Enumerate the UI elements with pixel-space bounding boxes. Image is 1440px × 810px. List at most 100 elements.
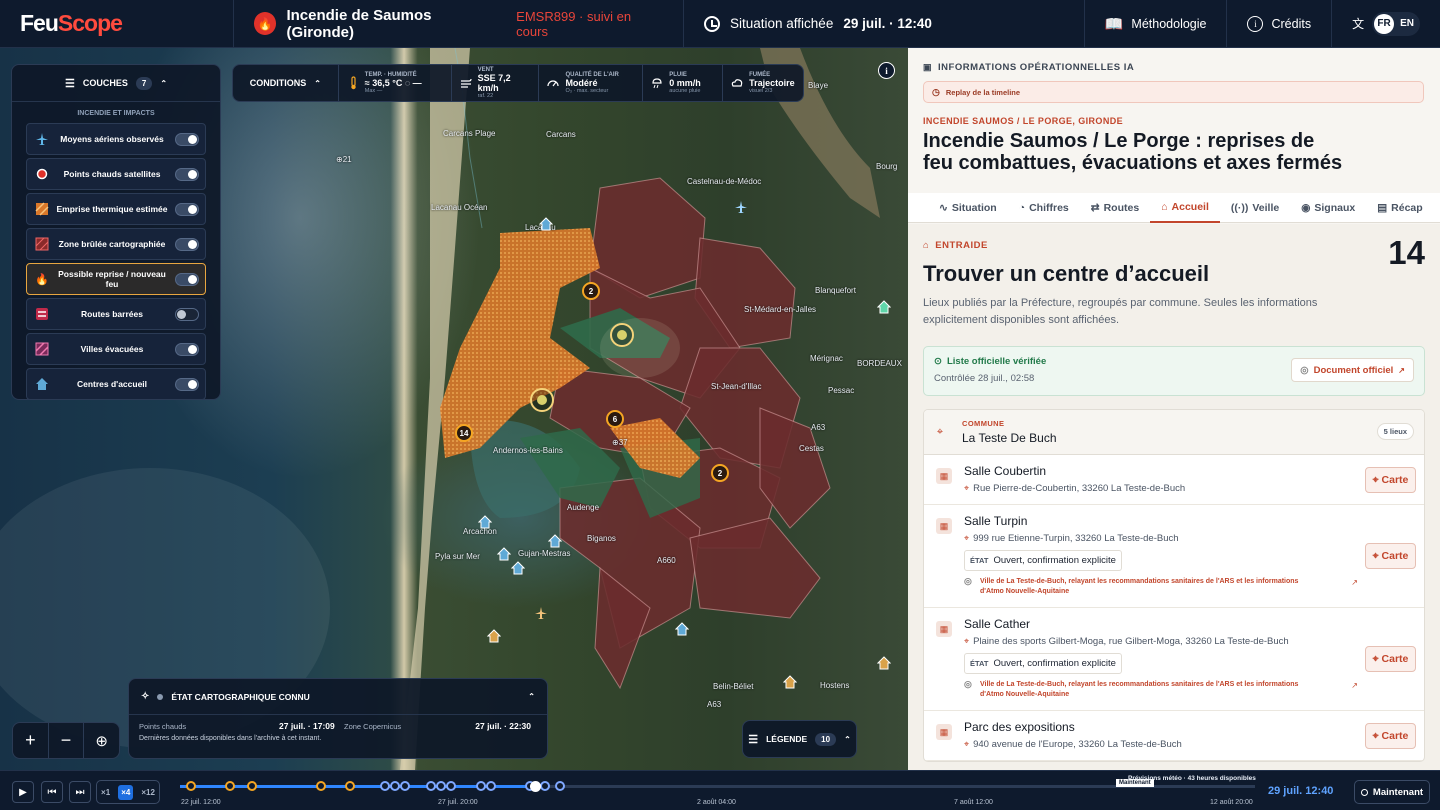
- layer-toggle[interactable]: [175, 377, 199, 391]
- lang-en[interactable]: EN: [1400, 18, 1414, 29]
- layer-shelters[interactable]: Centres d'accueil: [26, 368, 206, 400]
- tab-signaux[interactable]: ◉ Signaux: [1290, 193, 1366, 223]
- cond-temperature[interactable]: TEMP. · HUMIDITÉ ≈ 36,5 °C ◌ — Max —: [339, 65, 452, 101]
- cond-wind[interactable]: VENT SSE 7,2 km/h raf. 22: [452, 65, 540, 101]
- map-controls: + − ⊕: [12, 722, 120, 759]
- layer-toggle[interactable]: [175, 272, 199, 286]
- chevron-up-icon[interactable]: ⌃: [160, 79, 167, 88]
- zoom-out-button[interactable]: −: [49, 723, 85, 758]
- gauge-icon: ◔: [1018, 201, 1026, 214]
- layer-burned[interactable]: Zone brûlée cartographiée: [26, 228, 206, 260]
- layer-thermal[interactable]: Emprise thermique estimée: [26, 193, 206, 225]
- hotspot-cluster[interactable]: 14: [455, 424, 473, 442]
- timeline-event[interactable]: [345, 781, 355, 791]
- timeline-event[interactable]: [186, 781, 196, 791]
- timeline-event[interactable]: [446, 781, 456, 791]
- layer-toggle[interactable]: [175, 202, 199, 216]
- now-button[interactable]: Maintenant: [1354, 780, 1430, 804]
- speed-option[interactable]: ×4: [118, 784, 134, 800]
- speed-option[interactable]: ×1: [101, 788, 110, 797]
- timeline-event[interactable]: [400, 781, 410, 791]
- timeline-track[interactable]: Maintenant: [180, 779, 1255, 792]
- tab-veille[interactable]: ((·)) Veille: [1220, 193, 1290, 223]
- language-toggle[interactable]: FR EN: [1372, 11, 1420, 36]
- tab-situation[interactable]: ∿ Situation: [928, 193, 1008, 223]
- new-fire-marker[interactable]: [530, 388, 554, 412]
- locate-button[interactable]: ⊕: [84, 723, 119, 758]
- layer-evacuated[interactable]: Villes évacuées: [26, 333, 206, 365]
- conditions-toggle[interactable]: CONDITIONS ⌃: [233, 65, 339, 101]
- external-link-icon[interactable]: ↗: [1351, 578, 1358, 587]
- zoom-in-button[interactable]: +: [13, 723, 49, 758]
- cond-rain[interactable]: PLUIE 0 mm/h aucune pluie: [643, 65, 724, 101]
- cond-air-quality[interactable]: QUALITÉ DE L'AIR Modéré O₃ · max. secteur: [539, 65, 644, 101]
- shelter-icon[interactable]: [876, 656, 892, 670]
- shelter-icon[interactable]: [876, 300, 892, 314]
- timeline-event[interactable]: [225, 781, 235, 791]
- layer-toggle[interactable]: [175, 132, 199, 146]
- shelter-icon[interactable]: [496, 547, 512, 561]
- hotspot-cluster[interactable]: 2: [582, 282, 600, 300]
- timeline-handle[interactable]: [529, 781, 541, 792]
- hotspot-cluster[interactable]: 2: [711, 464, 729, 482]
- replay-banner[interactable]: ◷ Replay de la timeline: [923, 81, 1424, 103]
- carto-state-header[interactable]: ✧ ÉTAT CARTOGRAPHIQUE CONNU ⌃: [129, 679, 547, 715]
- play-button[interactable]: ▶: [12, 781, 34, 803]
- timeline-event[interactable]: [390, 781, 400, 791]
- map-button[interactable]: ⌖ Carte: [1365, 723, 1416, 749]
- layers-header[interactable]: ☰ COUCHES 7 ⌃: [12, 65, 220, 102]
- methodology-link[interactable]: 📖 Méthodologie: [1085, 0, 1228, 48]
- source-link[interactable]: Ville de La Teste-de-Buch, relayant les …: [964, 680, 1324, 699]
- aircraft-icon[interactable]: [734, 200, 748, 214]
- credits-link[interactable]: i Crédits: [1227, 0, 1333, 48]
- aircraft-icon[interactable]: [534, 606, 548, 620]
- map-button[interactable]: ⌖ Carte: [1365, 543, 1416, 569]
- layer-toggle[interactable]: [175, 342, 199, 356]
- timeline-event[interactable]: [380, 781, 390, 791]
- layer-closed-roads[interactable]: Routes barrées: [26, 298, 206, 330]
- layer-toggle[interactable]: [175, 237, 199, 251]
- official-document-button[interactable]: ◎ Document officiel ↗: [1291, 358, 1414, 382]
- timeline-event[interactable]: [476, 781, 486, 791]
- external-link-icon[interactable]: ↗: [1351, 681, 1358, 690]
- layer-hotspots[interactable]: Points chauds satellites: [26, 158, 206, 190]
- timeline-event[interactable]: [436, 781, 446, 791]
- source-link[interactable]: Ville de La Teste-de-Buch, relayant les …: [964, 577, 1324, 596]
- timeline-event[interactable]: [555, 781, 565, 791]
- map-button[interactable]: ⌖ Carte: [1365, 467, 1416, 493]
- layer-toggle[interactable]: [175, 307, 199, 321]
- map-button[interactable]: ⌖ Carte: [1365, 646, 1416, 672]
- new-fire-marker[interactable]: [610, 323, 634, 347]
- lang-fr[interactable]: FR: [1374, 13, 1395, 34]
- tab-recap[interactable]: ▤ Récap: [1366, 193, 1433, 223]
- layer-aircraft[interactable]: Moyens aériens observés: [26, 123, 206, 155]
- timeline-event[interactable]: [316, 781, 326, 791]
- shelter-icon[interactable]: [782, 675, 798, 689]
- layer-toggle[interactable]: [175, 167, 199, 181]
- timeline-event[interactable]: [486, 781, 496, 791]
- shelter-icon[interactable]: [538, 217, 554, 231]
- tab-routes[interactable]: ⇄ Routes: [1080, 193, 1150, 223]
- cond-smoke[interactable]: FUMÉE Trajectoire visuel 2/3: [723, 65, 803, 101]
- shelter-icon[interactable]: [674, 622, 690, 636]
- legend-button[interactable]: ☰ LÉGENDE 10 ⌃: [742, 720, 857, 758]
- layer-new-fire[interactable]: 🔥 Possible reprise / nouveau feu: [26, 263, 206, 295]
- timeline-event[interactable]: [540, 781, 550, 791]
- skip-back-button[interactable]: ⏮: [41, 781, 63, 803]
- layers-title: COUCHES: [82, 78, 128, 88]
- tab-chiffres[interactable]: ◔ Chiffres: [1008, 193, 1080, 223]
- chevron-up-icon[interactable]: ⌃: [528, 692, 535, 701]
- shelter-icon[interactable]: [510, 561, 526, 575]
- app-logo[interactable]: Feu Scope: [0, 0, 234, 48]
- speed-option[interactable]: ×12: [141, 788, 155, 797]
- shelter-icon[interactable]: [547, 534, 563, 548]
- shelter-icon[interactable]: [486, 629, 502, 643]
- language-switcher[interactable]: 文 FR EN: [1332, 0, 1440, 48]
- shelter-icon[interactable]: [477, 515, 493, 529]
- map-info-button[interactable]: i: [878, 62, 895, 79]
- timeline-event[interactable]: [426, 781, 436, 791]
- hotspot-cluster[interactable]: 6: [606, 410, 624, 428]
- skip-forward-button[interactable]: ⏭: [69, 781, 91, 803]
- timeline-event[interactable]: [247, 781, 257, 791]
- tab-accueil[interactable]: ⌂ Accueil: [1150, 193, 1220, 223]
